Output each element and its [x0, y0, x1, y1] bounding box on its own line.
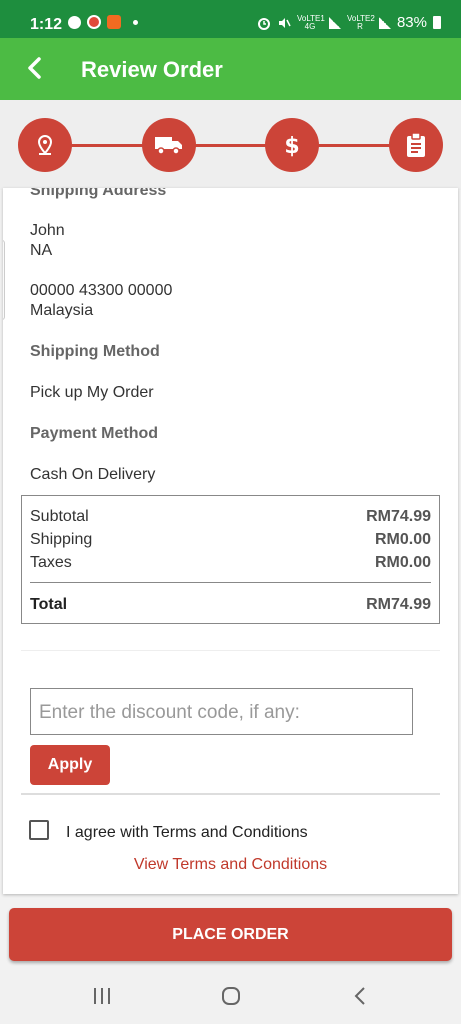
network-2: VoLTE2 R	[346, 13, 375, 31]
checkout-stepper: $	[0, 100, 461, 190]
notification-icons	[68, 15, 138, 29]
status-bar: 1:12 VoLTE1 4G VoLTE2 R 83%	[0, 0, 461, 38]
side-tab[interactable]	[3, 240, 5, 320]
home-icon	[222, 987, 240, 1005]
step-review[interactable]	[389, 118, 443, 172]
signal-2-icon	[378, 16, 391, 29]
app-notification-icon	[107, 15, 121, 29]
network-1: VoLTE1 4G	[296, 13, 325, 31]
view-terms-link[interactable]: View Terms and Conditions	[3, 856, 458, 874]
signal-1-icon	[328, 16, 341, 29]
order-review-card: Shipping Address John NA 00000 43300 000…	[3, 188, 458, 894]
back-arrow-icon	[28, 57, 41, 79]
system-icons: VoLTE1 4G VoLTE2 R 83%	[257, 14, 441, 31]
system-nav-bar	[0, 970, 461, 1024]
battery-percent: 83%	[396, 14, 427, 31]
stepper-line	[45, 144, 417, 147]
back-nav-button[interactable]	[348, 984, 372, 1008]
dollar-icon: $	[284, 134, 299, 158]
recents-icon	[94, 988, 110, 1004]
step-shipping[interactable]	[142, 118, 196, 172]
app-bar: Review Order	[0, 38, 461, 100]
shipping-method-value: Pick up My Order	[30, 384, 154, 401]
payment-method-heading: Payment Method	[30, 425, 159, 442]
step-payment[interactable]: $	[265, 118, 319, 172]
app-notification-icon	[87, 15, 101, 29]
location-pin-icon	[37, 134, 53, 155]
shipping-row: Shipping RM0.00	[30, 531, 431, 549]
address-postal: 00000 43300 00000	[30, 282, 173, 299]
home-button[interactable]	[219, 984, 243, 1008]
shipping-method-heading: Shipping Method	[30, 343, 160, 360]
status-time: 1:12	[30, 16, 63, 33]
summary-divider	[30, 582, 431, 583]
battery-icon	[433, 16, 441, 29]
shipping-label: Shipping	[30, 531, 93, 548]
address-line2: NA	[30, 242, 53, 259]
recents-button[interactable]	[90, 984, 114, 1008]
more-notifications-icon	[133, 19, 138, 25]
alarm-icon	[257, 17, 270, 30]
step-address[interactable]	[18, 118, 72, 172]
payment-method-value: Cash On Delivery	[30, 466, 156, 483]
page-title: Review Order	[81, 57, 223, 82]
subtotal-row: Subtotal RM74.99	[30, 508, 431, 526]
apply-button[interactable]: Apply	[30, 745, 110, 785]
order-summary: Subtotal RM74.99 Shipping RM0.00 Taxes R…	[21, 495, 440, 624]
subtotal-value: RM74.99	[366, 508, 431, 525]
taxes-row: Taxes RM0.00	[30, 554, 431, 572]
back-button[interactable]	[18, 52, 50, 84]
total-value: RM74.99	[366, 596, 431, 613]
clipboard-icon	[407, 132, 425, 157]
address-country: Malaysia	[30, 302, 94, 319]
taxes-value: RM0.00	[374, 554, 431, 571]
discount-code-input[interactable]: Enter the discount code, if any:	[30, 688, 413, 735]
terms-checkbox[interactable]	[29, 820, 49, 840]
taxes-label: Taxes	[30, 554, 72, 571]
truck-icon	[155, 137, 182, 155]
terms-agree-label[interactable]: I agree with Terms and Conditions	[66, 824, 308, 842]
notification-icon	[68, 15, 81, 29]
shipping-value: RM0.00	[374, 531, 431, 548]
place-order-button[interactable]: PLACE ORDER	[9, 908, 452, 961]
back-nav-icon	[354, 987, 365, 1005]
total-label: Total	[30, 596, 68, 613]
divider	[21, 793, 440, 795]
shipping-address-heading: Shipping Address	[30, 188, 167, 199]
divider	[21, 650, 440, 651]
svg-text:$: $	[284, 134, 299, 158]
address-name: John	[30, 222, 65, 239]
mute-icon	[278, 17, 291, 28]
subtotal-label: Subtotal	[30, 508, 89, 525]
total-row: Total RM74.99	[30, 596, 431, 614]
